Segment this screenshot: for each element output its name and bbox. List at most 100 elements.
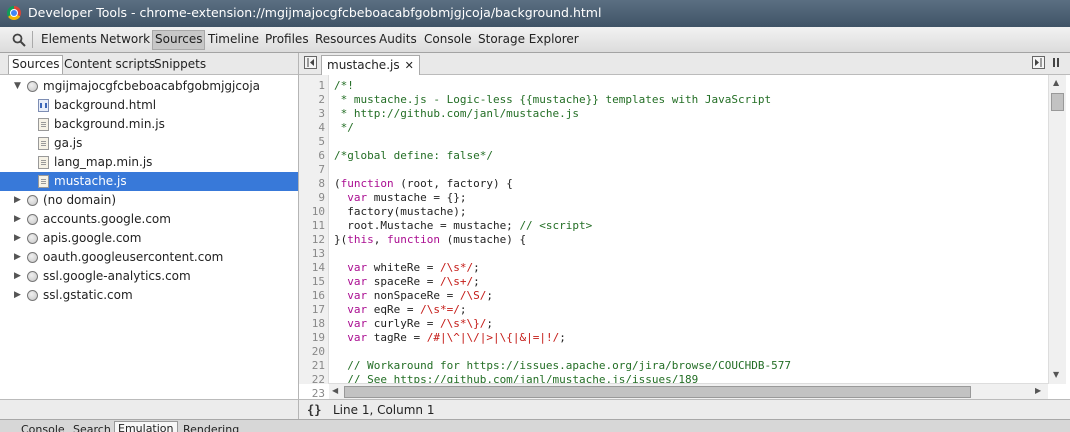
line-number[interactable]: 6 [318, 149, 325, 163]
drawer-tabbar: Console Search Emulation Rendering [0, 419, 1070, 432]
tree-item[interactable]: background.html [0, 96, 298, 115]
tree-item-label: ssl.google-analytics.com [43, 269, 191, 283]
tree-item[interactable]: ▶ apis.google.com [0, 229, 298, 248]
code-line: var spaceRe = /\s+/; [334, 275, 479, 289]
toggle-navigator-icon[interactable] [304, 56, 317, 69]
line-number[interactable]: 3 [318, 107, 325, 121]
collapse-arrow-icon[interactable]: ▶ [14, 286, 21, 305]
navigator-tab-content-scripts[interactable]: Content scripts [64, 56, 155, 72]
code-token: mustache = {}; [367, 191, 467, 204]
code-line: }(this, function (mustache) { [334, 233, 526, 247]
line-number[interactable]: 9 [318, 191, 325, 205]
tree-item[interactable]: ▶ accounts.google.com [0, 210, 298, 229]
toolbar-divider [32, 31, 33, 48]
code-token: var [347, 317, 368, 330]
tree-item-label: oauth.googleusercontent.com [43, 250, 224, 264]
tree-item[interactable]: background.min.js [0, 115, 298, 134]
scroll-up-icon[interactable]: ▲ [1053, 78, 1059, 87]
collapse-arrow-icon[interactable]: ▶ [14, 229, 21, 248]
code-line: (function (root, factory) { [334, 177, 513, 191]
toggle-debugger-icon[interactable] [1032, 56, 1045, 69]
code-editor[interactable]: 1 2 3 4 5 6 7 8 9 10 11 12 13 14 15 16 17 18 19 20 21 22 23 /*… [299, 75, 1070, 399]
vertical-scroll-thumb[interactable] [1051, 93, 1064, 111]
line-number[interactable]: 12 [312, 233, 325, 247]
navigator-tabs: Sources Content scripts Snippets [0, 53, 298, 75]
line-number[interactable]: 14 [312, 261, 325, 275]
pretty-print-icon[interactable]: {} [307, 403, 321, 417]
line-number[interactable]: 10 [312, 205, 325, 219]
line-number[interactable]: 13 [312, 247, 325, 261]
window-titlebar: Developer Tools - chrome-extension://mgi… [0, 0, 1070, 27]
drawer-tab-emulation[interactable]: Emulation [114, 421, 178, 432]
code-line: root.Mustache = mustache; // <script> [334, 219, 592, 233]
code-token: ; [486, 317, 493, 330]
line-number[interactable]: 19 [312, 331, 325, 345]
tree-item[interactable]: ▶ ssl.google-analytics.com [0, 267, 298, 286]
collapse-arrow-icon[interactable]: ▶ [14, 248, 21, 267]
horizontal-scroll-thumb[interactable] [344, 386, 971, 398]
vertical-scrollbar[interactable]: ▲ ▼ [1048, 75, 1066, 384]
line-number[interactable]: 11 [312, 219, 325, 233]
tree-item[interactable]: ▶ ssl.gstatic.com [0, 286, 298, 305]
line-number[interactable]: 4 [318, 121, 325, 135]
tab-resources[interactable]: Resources [315, 31, 376, 49]
line-number[interactable]: 2 [318, 93, 325, 107]
code-token: var [347, 275, 368, 288]
line-number[interactable]: 8 [318, 177, 325, 191]
line-number[interactable]: 20 [312, 345, 325, 359]
tree-item[interactable]: ▶ (no domain) [0, 191, 298, 210]
search-icon[interactable] [12, 33, 26, 47]
tab-profiles[interactable]: Profiles [265, 31, 309, 49]
tab-storage-explorer[interactable]: Storage Explorer [478, 31, 579, 49]
tab-network[interactable]: Network [100, 31, 150, 49]
tree-item[interactable]: ▼ mgijmajocgfcbeboacabfgobmjgjcoja [0, 77, 298, 96]
code-line: var tagRe = /#|\^|\/|>|\{|&|=|!/; [334, 331, 566, 345]
line-number[interactable]: 18 [312, 317, 325, 331]
navigator-tab-snippets[interactable]: Snippets [154, 56, 206, 72]
code-line: * mustache.js - Logic-less {{mustache}} … [334, 93, 771, 107]
line-number[interactable]: 22 [312, 373, 325, 387]
navigator-tab-sources[interactable]: Sources [8, 55, 64, 74]
globe-icon [27, 233, 38, 244]
tab-audits[interactable]: Audits [379, 31, 417, 49]
collapse-arrow-icon[interactable]: ▶ [14, 267, 21, 286]
line-number[interactable]: 23 [312, 387, 325, 399]
tab-timeline[interactable]: Timeline [208, 31, 259, 49]
code-token: function [387, 233, 440, 246]
line-number[interactable]: 17 [312, 303, 325, 317]
scroll-right-icon[interactable]: ▶ [1035, 386, 1041, 395]
tab-elements[interactable]: Elements [41, 31, 97, 49]
scroll-left-icon[interactable]: ◀ [332, 386, 338, 395]
code-line: factory(mustache); [334, 205, 466, 219]
expand-arrow-icon[interactable]: ▼ [14, 77, 21, 96]
code-token: spaceRe = [367, 275, 440, 288]
code-token: var [347, 289, 368, 302]
tree-item-label: lang_map.min.js [54, 155, 153, 169]
line-number[interactable]: 7 [318, 163, 325, 177]
cursor-position: Line 1, Column 1 [333, 403, 435, 417]
line-number[interactable]: 1 [318, 79, 325, 93]
tree-item[interactable]: ▶ oauth.googleusercontent.com [0, 248, 298, 267]
line-number[interactable]: 5 [318, 135, 325, 149]
tree-item[interactable]: ga.js [0, 134, 298, 153]
collapse-arrow-icon[interactable]: ▶ [14, 191, 21, 210]
pause-icon[interactable] [1051, 56, 1064, 69]
tab-sources[interactable]: Sources [152, 30, 206, 50]
scroll-down-icon[interactable]: ▼ [1053, 370, 1059, 379]
line-number[interactable]: 15 [312, 275, 325, 289]
editor-file-tab[interactable]: mustache.js ✕ [321, 55, 420, 75]
close-icon[interactable]: ✕ [405, 59, 414, 72]
code-token: /*! [334, 79, 354, 92]
line-number[interactable]: 21 [312, 359, 325, 373]
horizontal-scrollbar[interactable]: ◀ ▶ [329, 383, 1048, 399]
tab-console[interactable]: Console [424, 31, 472, 49]
line-number-gutter[interactable]: 1 2 3 4 5 6 7 8 9 10 11 12 13 14 15 16 17 18 19 20 21 22 23 [299, 75, 329, 399]
code-line: /*! [334, 79, 354, 93]
line-number[interactable]: 16 [312, 289, 325, 303]
collapse-arrow-icon[interactable]: ▶ [14, 210, 21, 229]
tree-item-label: background.html [54, 98, 157, 112]
tree-item[interactable]: lang_map.min.js [0, 153, 298, 172]
tree-item[interactable]: mustache.js [0, 172, 298, 191]
code-token: , [373, 233, 387, 246]
code-token: /\s+/ [439, 275, 474, 288]
